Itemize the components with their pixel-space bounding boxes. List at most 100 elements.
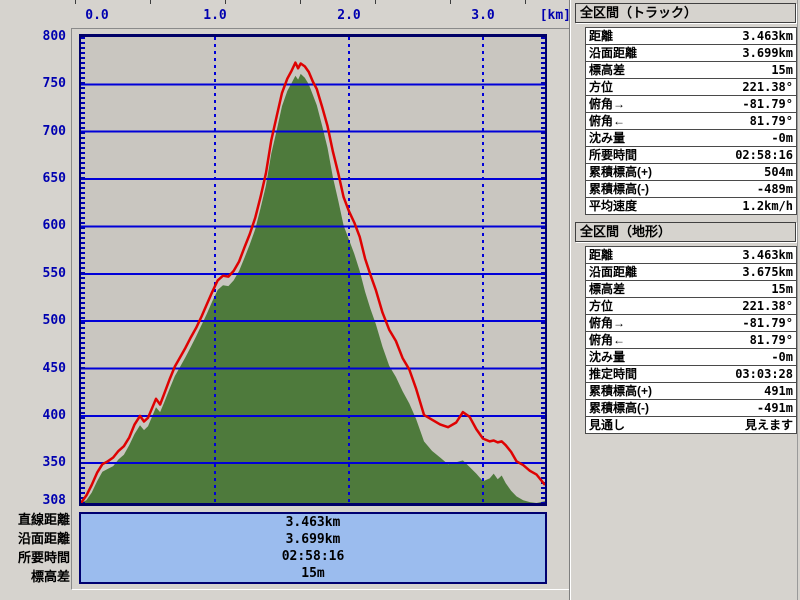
stat-label: 累積標高(-) <box>589 401 649 415</box>
chart-panel: 3.463km 3.699km 02:58:16 15m <box>71 28 570 590</box>
stat-row: 方位 221.38° <box>585 298 797 315</box>
window-right-edge <box>797 0 798 600</box>
terrain-area <box>81 73 545 503</box>
stat-label: 累積標高(+) <box>589 165 653 179</box>
stat-label: 見通し <box>589 418 626 432</box>
stat-value: 3.675km <box>742 265 793 279</box>
x-axis-unit-label: [km] <box>539 8 571 23</box>
ruler-tick <box>150 0 151 4</box>
stat-value: 491m <box>764 384 793 398</box>
stat-value: 見えます <box>744 418 793 432</box>
summary-box: 3.463km 3.699km 02:58:16 15m <box>79 512 547 584</box>
stat-label: 累積標高(-) <box>589 182 649 196</box>
stats-table-track: 距離 3.463km 沿面距離 3.699km 標高差 15m 方位 221.38° 俯角→ -8… <box>585 27 797 215</box>
stat-value: 15m <box>771 282 793 296</box>
stats-panel-header-terrain: 全区間（地形） <box>575 222 796 242</box>
stat-value: 03:03:28 <box>735 367 793 381</box>
stat-row: 推定時間 03:03:28 <box>585 366 797 383</box>
stat-label: 方位 <box>589 80 614 94</box>
y-axis-tick-label: 550 <box>42 265 66 281</box>
summary-row-label: 標高差 <box>30 569 70 584</box>
x-axis-tick-label: 2.0 <box>337 8 361 23</box>
stat-label: 距離 <box>589 248 614 262</box>
summary-row-value: 15m <box>301 566 325 581</box>
stat-value: 1.2km/h <box>742 199 793 213</box>
summary-row-value: 3.699km <box>285 532 341 547</box>
stat-row: 俯角← 81.79° <box>585 332 797 349</box>
stat-value: -491m <box>756 401 793 415</box>
stat-value: 221.38° <box>742 80 793 94</box>
y-axis-tick-label: 800 <box>42 29 66 44</box>
stat-row: 見通し 見えます <box>585 417 797 434</box>
stat-value: 02:58:16 <box>735 148 793 162</box>
ruler-tick <box>375 0 376 4</box>
stat-label: 推定時間 <box>589 367 638 381</box>
x-axis-tick-label: 3.0 <box>471 8 495 23</box>
stat-label: 俯角→ <box>589 97 626 111</box>
ruler-tick <box>450 0 451 4</box>
stat-row: 所要時間 02:58:16 <box>585 147 797 164</box>
elevation-profile-chart[interactable] <box>81 37 545 503</box>
x-axis-tick-label: 1.0 <box>203 8 227 23</box>
y-axis-tick-label: 400 <box>42 407 66 423</box>
stats-table-terrain: 距離 3.463km 沿面距離 3.675km 標高差 15m 方位 221.38° 俯角→ -8… <box>585 246 797 434</box>
ruler-tick <box>300 0 301 4</box>
stat-label: 方位 <box>589 299 614 313</box>
stat-value: -0m <box>771 350 793 364</box>
y-axis-min-label: 308 <box>42 493 66 508</box>
y-axis-tick-label: 450 <box>42 360 66 376</box>
stat-row: 平均速度 1.2km/h <box>585 198 797 215</box>
summary-row-label: 直線距離 <box>17 512 70 527</box>
stat-row: 累積標高(+) 504m <box>585 164 797 181</box>
stat-value: -81.79° <box>742 97 793 111</box>
stat-label: 沿面距離 <box>589 265 638 279</box>
stat-row: 標高差 15m <box>585 281 797 298</box>
stat-label: 距離 <box>589 29 614 43</box>
stat-row: 沿面距離 3.699km <box>585 45 797 62</box>
stat-label: 俯角← <box>589 333 626 347</box>
stat-label: 累積標高(+) <box>589 384 653 398</box>
stat-value: 81.79° <box>749 114 793 128</box>
stat-row: 沈み量 -0m <box>585 349 797 366</box>
summary-row-value: 3.463km <box>285 515 341 530</box>
stat-row: 俯角→ -81.79° <box>585 96 797 113</box>
stat-label: 標高差 <box>589 63 626 77</box>
stat-value: 3.463km <box>742 29 793 43</box>
y-axis-tick-label: 700 <box>42 123 66 139</box>
stat-row: 沿面距離 3.675km <box>585 264 797 281</box>
stat-value: -81.79° <box>742 316 793 330</box>
ruler-tick <box>225 0 226 4</box>
stat-row: 方位 221.38° <box>585 79 797 96</box>
y-axis-tick-label: 500 <box>42 313 66 329</box>
stat-value: -0m <box>771 131 793 145</box>
y-axis-tick-label: 600 <box>42 218 66 234</box>
summary-row-label: 沿面距離 <box>17 531 70 546</box>
stat-value: 221.38° <box>742 299 793 313</box>
summary-row-value: 02:58:16 <box>281 549 345 564</box>
stat-label: 沿面距離 <box>589 46 638 60</box>
stat-row: 俯角← 81.79° <box>585 113 797 130</box>
stat-label: 所要時間 <box>589 148 638 162</box>
y-axis-tick-label: 350 <box>42 455 66 471</box>
stat-value: 81.79° <box>749 333 793 347</box>
stat-label: 沈み量 <box>589 350 626 364</box>
y-axis-tick-label: 750 <box>42 76 66 92</box>
elevation-profile-window: 0.0 1.0 2.0 3.0 [km] 800 750 700 650 600 550 500 4… <box>0 0 800 600</box>
stat-value: 15m <box>771 63 793 77</box>
y-axis-tick-label: 650 <box>42 171 66 187</box>
stat-label: 沈み量 <box>589 131 626 145</box>
ruler-tick <box>75 0 76 4</box>
stat-row: 累積標高(-) -489m <box>585 181 797 198</box>
stat-value: 3.463km <box>742 248 793 262</box>
stat-label: 標高差 <box>589 282 626 296</box>
stat-row: 累積標高(+) 491m <box>585 383 797 400</box>
stat-row: 距離 3.463km <box>585 28 797 45</box>
stat-row: 距離 3.463km <box>585 247 797 264</box>
stat-row: 累積標高(-) -491m <box>585 400 797 417</box>
stat-value: 3.699km <box>742 46 793 60</box>
stats-panel-header-track: 全区間（トラック） <box>575 3 796 23</box>
stat-value: 504m <box>764 165 793 179</box>
profile-plot-frame <box>79 34 547 506</box>
vertical-divider <box>569 0 571 600</box>
stat-value: -489m <box>756 182 793 196</box>
